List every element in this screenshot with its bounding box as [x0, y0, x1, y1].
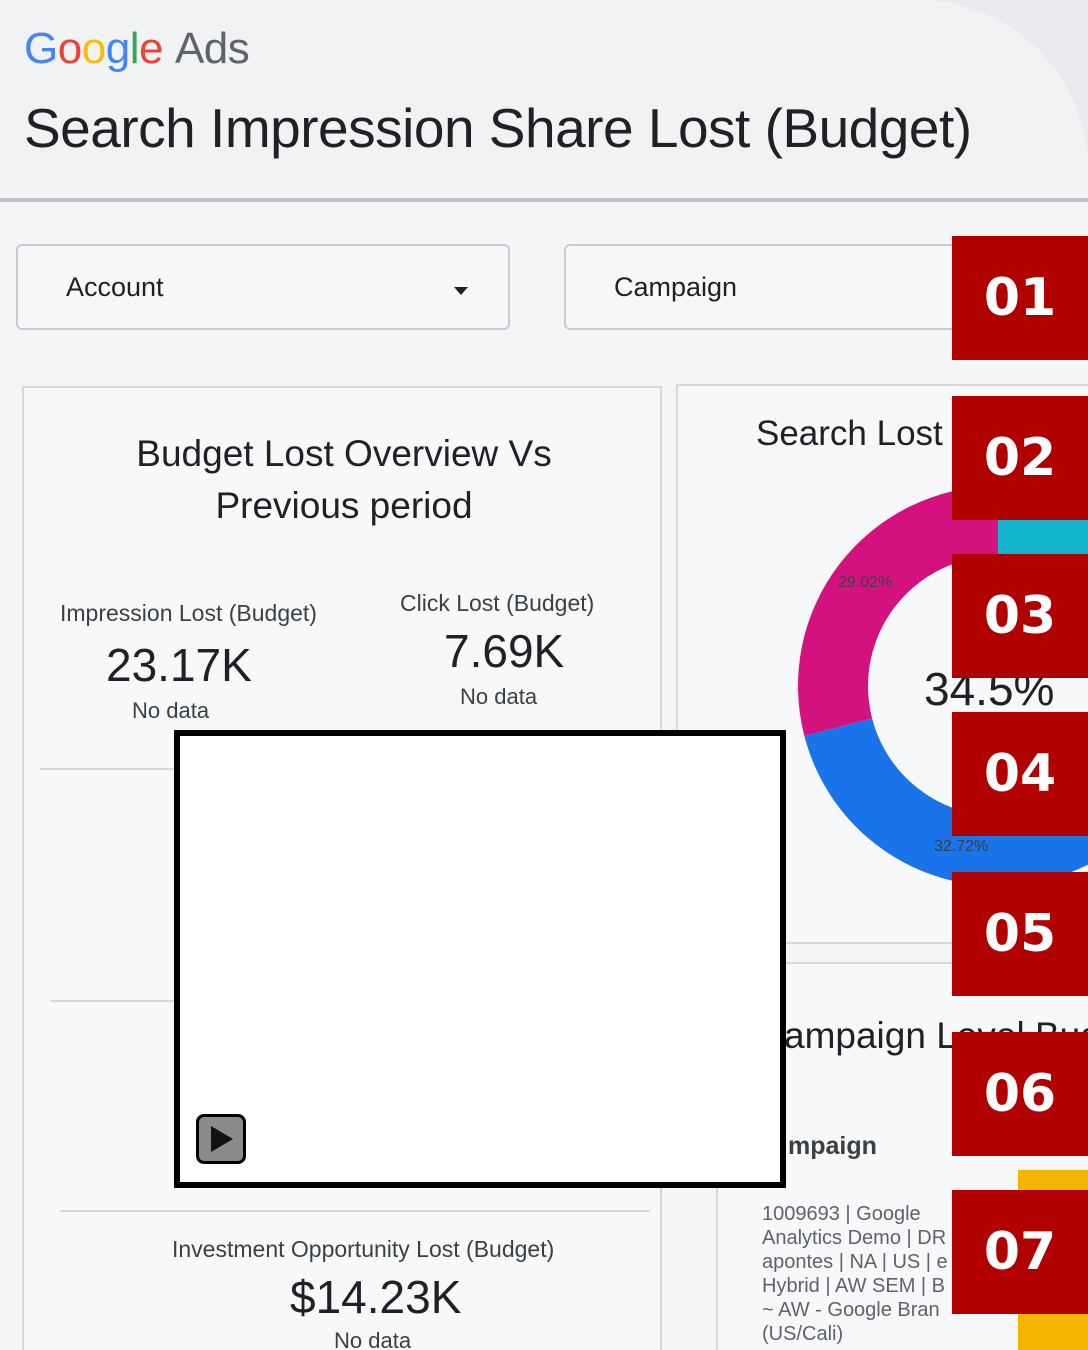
step-badge-05: 05 — [952, 872, 1088, 996]
investment-lost-value: $14.23K — [290, 1271, 462, 1323]
page-title: Search Impression Share Lost (Budget) — [24, 97, 972, 159]
google-ads-logo: Google Ads — [24, 24, 250, 73]
donut-label-blue: 32.72% — [934, 838, 989, 855]
video-player[interactable] — [174, 730, 786, 1188]
click-lost-value: 7.69K — [444, 625, 565, 677]
campaign-column-header: mpaign — [788, 1132, 877, 1160]
donut-label-pink: 29.02% — [838, 574, 893, 591]
chevron-down-icon — [454, 287, 468, 295]
step-badge-02: 02 — [952, 396, 1088, 520]
overview-title: Budget Lost Overview Vs Previous period — [136, 433, 552, 526]
overview-divider-3 — [60, 1210, 650, 1212]
step-badge-03: 03 — [952, 554, 1088, 678]
account-dropdown-label: Account — [66, 272, 164, 302]
campaign-dropdown[interactable]: Campaign — [564, 244, 984, 330]
investment-lost-label: Investment Opportunity Lost (Budget) — [172, 1236, 555, 1262]
impression-lost-label: Impression Lost (Budget) — [60, 600, 317, 626]
header-divider — [0, 198, 1088, 202]
dashboard-screen: Google Ads Search Impression Share Lost (… — [0, 0, 1088, 1350]
play-icon[interactable] — [196, 1114, 246, 1164]
report-header: Google Ads Search Impression Share Lost (… — [0, 0, 1088, 200]
click-lost-sub: No data — [460, 684, 538, 709]
click-lost-label: Click Lost (Budget) — [400, 590, 595, 616]
impression-lost-sub: No data — [132, 698, 210, 723]
campaign-dropdown-label: Campaign — [614, 272, 738, 302]
investment-lost-sub: No data — [334, 1328, 412, 1350]
step-badge-07: 07 — [952, 1190, 1088, 1314]
step-badge-04: 04 — [952, 712, 1088, 836]
campaign-row-text: 1009693 | Google Analytics Demo | DR apo… — [762, 1203, 948, 1345]
step-badge-01: 01 — [952, 236, 1088, 360]
step-badge-06: 06 — [952, 1032, 1088, 1156]
account-dropdown[interactable]: Account — [16, 244, 510, 330]
impression-lost-value: 23.17K — [106, 639, 252, 691]
